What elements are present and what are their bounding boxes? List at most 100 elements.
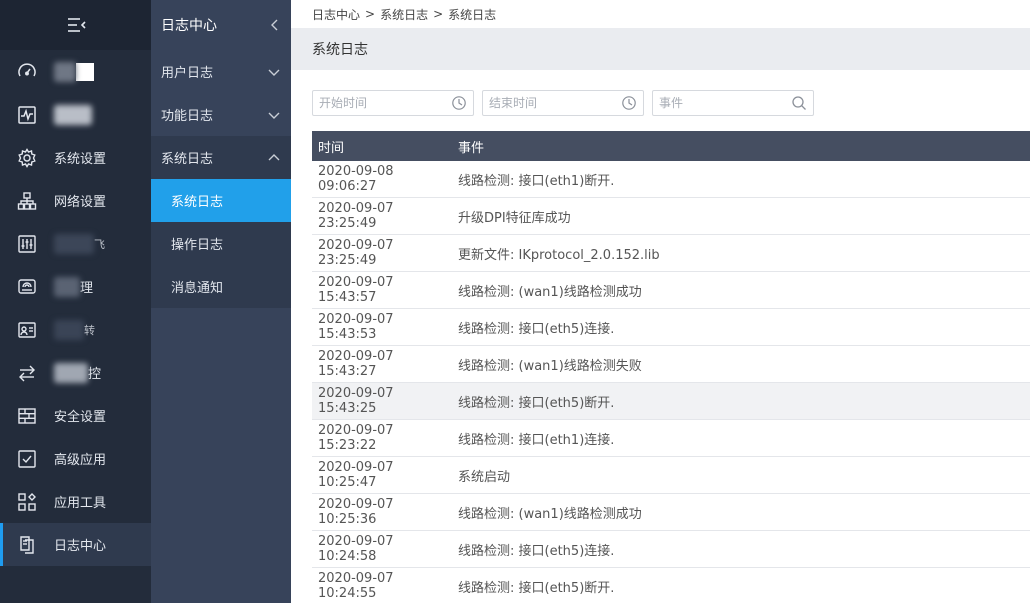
table-row[interactable]: 2020-09-07 10:25:47 系统启动 bbox=[312, 457, 1030, 494]
log-icon bbox=[16, 534, 38, 556]
cell-time: 2020-09-07 15:43:57 bbox=[318, 275, 394, 305]
table-row[interactable]: 2020-09-07 23:25:49 更新文件: IKprotocol_2.0.… bbox=[312, 235, 1030, 272]
nav-item-label-tail: 理 bbox=[80, 281, 94, 296]
nav-item-advanced-apps[interactable]: 高级应用 bbox=[0, 437, 151, 480]
cell-event: 线路检测: 接口(eth5)连接. bbox=[458, 321, 615, 337]
flow-icon bbox=[16, 362, 38, 384]
nav-item-log-center[interactable]: 日志中心 bbox=[0, 523, 151, 566]
nav-item-dashboard[interactable] bbox=[0, 50, 151, 93]
dashboard-icon bbox=[16, 61, 38, 83]
sliders-icon bbox=[16, 233, 38, 255]
cell-time: 2020-09-07 15:43:25 bbox=[318, 386, 394, 416]
nav-item-app-tools[interactable]: 应用工具 bbox=[0, 480, 151, 523]
page-title: 系统日志 bbox=[312, 42, 368, 58]
cell-time: 2020-09-07 10:25:36 bbox=[318, 497, 394, 527]
chevron-down-icon bbox=[268, 112, 280, 119]
nav-item-label-tail: 转 bbox=[84, 323, 95, 337]
blurred-label bbox=[54, 276, 80, 297]
nav-item-behavior-control[interactable]: 控 bbox=[0, 351, 151, 394]
cell-time: 2020-09-07 23:25:49 bbox=[318, 201, 394, 231]
cell-event: 系统启动 bbox=[458, 469, 511, 485]
nav-item-label: 日志中心 bbox=[54, 539, 107, 554]
search-icon[interactable] bbox=[791, 95, 807, 111]
nav-item-label: 高级应用 bbox=[54, 453, 107, 468]
cell-time: 2020-09-08 09:06:27 bbox=[318, 164, 394, 194]
cell-event: 线路检测: 接口(eth5)连接. bbox=[458, 543, 615, 559]
monitor-icon bbox=[16, 104, 38, 126]
nav-group-label: 用户日志 bbox=[161, 66, 214, 81]
cell-event: 线路检测: (wan1)线路检测失败 bbox=[458, 358, 642, 374]
cell-event: 线路检测: 接口(eth5)断开. bbox=[458, 395, 615, 411]
clock-icon[interactable] bbox=[621, 95, 637, 111]
table-row[interactable]: 2020-09-07 10:24:55 线路检测: 接口(eth5)断开. bbox=[312, 568, 1030, 603]
end-time-field bbox=[482, 90, 644, 116]
blurred-label-patch bbox=[76, 62, 94, 81]
cell-event: 线路检测: (wan1)线路检测成功 bbox=[458, 506, 642, 522]
nav-item-auth[interactable]: 转 bbox=[0, 308, 151, 351]
event-search-input[interactable] bbox=[653, 91, 813, 115]
cell-time: 2020-09-07 10:24:58 bbox=[318, 534, 394, 564]
chevron-left-icon[interactable] bbox=[269, 18, 279, 32]
nav-item-monitor[interactable] bbox=[0, 93, 151, 136]
end-time-input[interactable] bbox=[483, 91, 643, 115]
blurred-label bbox=[54, 61, 76, 82]
tools-icon bbox=[16, 491, 38, 513]
menu-collapse-button[interactable] bbox=[0, 0, 151, 50]
table-row[interactable]: 2020-09-07 10:25:36 线路检测: (wan1)线路检测成功 bbox=[312, 494, 1030, 531]
table-row[interactable]: 2020-09-07 23:25:49 升级DPI特征库成功 bbox=[312, 198, 1030, 235]
column-header-event[interactable]: 事件 bbox=[452, 137, 1030, 156]
table-row[interactable]: 2020-09-07 10:24:58 线路检测: 接口(eth5)连接. bbox=[312, 531, 1030, 568]
main-content: 日志中心 > 系统日志 > 系统日志 系统日志 时间 bbox=[291, 0, 1030, 603]
user-card-icon bbox=[16, 319, 38, 341]
cell-event: 线路检测: 接口(eth1)断开. bbox=[458, 173, 615, 189]
table-row[interactable]: 2020-09-07 15:43:27 线路检测: (wan1)线路检测失败 bbox=[312, 346, 1030, 383]
table-row[interactable]: 2020-09-08 09:06:27 线路检测: 接口(eth1)断开. bbox=[312, 161, 1030, 198]
cell-time: 2020-09-07 15:23:22 bbox=[318, 423, 394, 453]
breadcrumb-item[interactable]: 系统日志 bbox=[380, 6, 428, 23]
nav-item-network-settings[interactable]: 网络设置 bbox=[0, 179, 151, 222]
nav-sub-operation-log[interactable]: 操作日志 bbox=[151, 222, 291, 265]
gear-icon bbox=[16, 147, 38, 169]
filter-bar bbox=[312, 90, 814, 116]
cell-time: 2020-09-07 23:25:49 bbox=[318, 238, 394, 268]
table-row[interactable]: 2020-09-07 15:43:53 线路检测: 接口(eth5)连接. bbox=[312, 309, 1030, 346]
cell-time: 2020-09-07 15:43:53 bbox=[318, 312, 394, 342]
blurred-label bbox=[54, 319, 84, 340]
column-header-time[interactable]: 时间 bbox=[312, 137, 452, 156]
nav-group-function-log[interactable]: 功能日志 bbox=[151, 93, 291, 136]
start-time-input[interactable] bbox=[313, 91, 473, 115]
nav-item-label: 安全设置 bbox=[54, 410, 107, 425]
table-row[interactable]: 2020-09-07 15:23:22 线路检测: 接口(eth1)连接. bbox=[312, 420, 1030, 457]
start-time-field bbox=[312, 90, 474, 116]
nav-item-system-settings[interactable]: 系统设置 bbox=[0, 136, 151, 179]
nav-group-label: 功能日志 bbox=[161, 109, 214, 124]
cell-event: 更新文件: IKprotocol_2.0.152.lib bbox=[458, 247, 660, 263]
nav-sub-label: 系统日志 bbox=[171, 195, 224, 210]
breadcrumb-item[interactable]: 日志中心 bbox=[312, 6, 360, 23]
table-row[interactable]: 2020-09-07 15:43:25 线路检测: 接口(eth5)断开. bbox=[312, 383, 1030, 420]
nav-item-label: 网络设置 bbox=[54, 195, 107, 210]
secondary-sidebar-header: 日志中心 bbox=[151, 0, 291, 50]
nav-sub-system-log[interactable]: 系统日志 bbox=[151, 179, 291, 222]
cell-event: 升级DPI特征库成功 bbox=[458, 210, 571, 226]
blurred-label bbox=[54, 362, 88, 383]
nav-sub-message-notice[interactable]: 消息通知 bbox=[151, 265, 291, 308]
nav-item-security-settings[interactable]: 安全设置 bbox=[0, 394, 151, 437]
breadcrumb-separator: > bbox=[365, 7, 376, 21]
nav-group-system-log[interactable]: 系统日志 bbox=[151, 136, 291, 179]
nav-item-device-management[interactable]: 理 bbox=[0, 265, 151, 308]
breadcrumb: 日志中心 > 系统日志 > 系统日志 bbox=[291, 0, 1030, 28]
nav-item-flow-control[interactable]: 飞 bbox=[0, 222, 151, 265]
breadcrumb-current: 系统日志 bbox=[448, 7, 497, 22]
cell-event: 线路检测: 接口(eth1)连接. bbox=[458, 432, 615, 448]
blurred-label bbox=[54, 233, 94, 254]
table-row[interactable]: 2020-09-07 15:43:57 线路检测: (wan1)线路检测成功 bbox=[312, 272, 1030, 309]
event-search-field bbox=[652, 90, 814, 116]
clock-icon[interactable] bbox=[451, 95, 467, 111]
table-body: 2020-09-08 09:06:27 线路检测: 接口(eth1)断开. 2020… bbox=[312, 161, 1030, 603]
nav-group-user-log[interactable]: 用户日志 bbox=[151, 50, 291, 93]
app-root: 系统设置 网络设置 飞 理 转 控 安全设置 高级应用 应用工具 日志中心 日志… bbox=[0, 0, 1030, 603]
nav-item-label: 应用工具 bbox=[54, 496, 107, 511]
log-table: 时间 事件 2020-09-08 09:06:27 线路检测: 接口(eth1)断… bbox=[312, 131, 1030, 603]
page-title-bar: 系统日志 bbox=[291, 28, 1030, 70]
